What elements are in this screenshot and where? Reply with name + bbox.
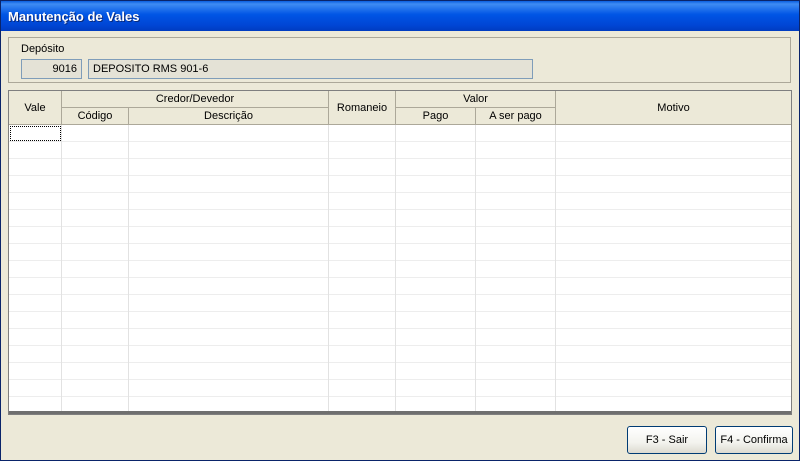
vales-grid[interactable]: Vale Credor/Devedor Código Descrição Rom… [8, 90, 792, 415]
deposito-code-field[interactable]: 9016 [21, 59, 82, 79]
table-row[interactable] [9, 278, 791, 295]
column-divider [328, 125, 329, 413]
column-divider [475, 125, 476, 413]
table-row[interactable] [9, 125, 791, 142]
table-row[interactable] [9, 227, 791, 244]
table-row[interactable] [9, 159, 791, 176]
grid-bottom-border [9, 411, 791, 414]
header-motivo[interactable]: Motivo [556, 91, 791, 125]
header-credor-devedor[interactable]: Credor/Devedor [62, 91, 329, 108]
table-row[interactable] [9, 193, 791, 210]
sair-button[interactable]: F3 - Sair [627, 426, 707, 454]
deposito-name-field[interactable]: DEPOSITO RMS 901-6 [88, 59, 533, 79]
header-pago[interactable]: Pago [396, 108, 476, 125]
focused-cell[interactable] [10, 126, 61, 141]
table-row[interactable] [9, 312, 791, 329]
table-row[interactable] [9, 329, 791, 346]
deposito-label: Depósito [21, 43, 65, 55]
header-a-ser-pago[interactable]: A ser pago [476, 108, 556, 125]
column-divider [61, 125, 62, 413]
header-codigo[interactable]: Código [62, 108, 129, 125]
window-title: Manutenção de Vales [8, 9, 140, 24]
header-descricao[interactable]: Descrição [129, 108, 329, 125]
table-row[interactable] [9, 363, 791, 380]
column-divider [555, 125, 556, 413]
column-divider [395, 125, 396, 413]
table-row[interactable] [9, 210, 791, 227]
title-bar[interactable]: Manutenção de Vales [1, 1, 799, 31]
table-row[interactable] [9, 295, 791, 312]
table-row[interactable] [9, 261, 791, 278]
header-vale[interactable]: Vale [9, 91, 62, 125]
header-romaneio[interactable]: Romaneio [329, 91, 396, 125]
table-row[interactable] [9, 244, 791, 261]
table-row[interactable] [9, 346, 791, 363]
column-divider [128, 125, 129, 413]
header-valor[interactable]: Valor [396, 91, 556, 108]
confirma-button[interactable]: F4 - Confirma [715, 426, 793, 454]
deposito-group: Depósito 9016 DEPOSITO RMS 901-6 [8, 37, 791, 83]
table-row[interactable] [9, 380, 791, 397]
main-window: Manutenção de Vales Depósito 9016 DEPOSI… [0, 0, 800, 461]
table-row[interactable] [9, 176, 791, 193]
table-row[interactable] [9, 142, 791, 159]
